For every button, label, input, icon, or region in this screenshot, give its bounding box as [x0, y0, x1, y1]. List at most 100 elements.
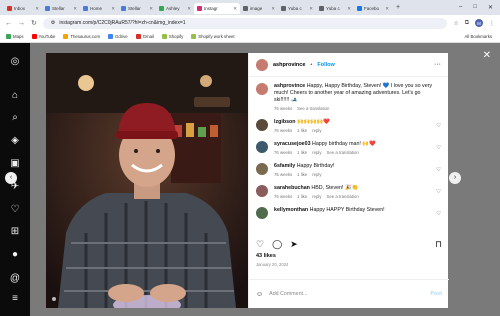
browser-tab[interactable]: Ashley ✕ [156, 3, 194, 14]
comment-like-icon[interactable]: ♡ [436, 211, 441, 217]
comment-username[interactable]: lzgibson [274, 119, 295, 125]
bookmark-item[interactable]: YouTube [31, 34, 55, 39]
bookmark-item[interactable]: Gdrive [108, 34, 128, 39]
tab-close-icon[interactable]: ✕ [385, 6, 389, 12]
comment-like-icon[interactable]: ♡ [436, 145, 441, 151]
url-field[interactable]: ⚙ instagram.com/p/C2C0jRAuR57/?hl=zh-cn&… [42, 17, 448, 29]
comment-username[interactable]: kellymonthan [274, 207, 308, 213]
browser-tab[interactable]: Facebo ✕ [354, 3, 392, 14]
post-photo-illustration [46, 53, 248, 308]
all-bookmarks[interactable]: All Bookmarks [465, 34, 500, 39]
next-post-arrow[interactable]: › [449, 172, 461, 184]
follow-button[interactable]: Follow [317, 62, 334, 68]
comment-likes[interactable]: 1 like [297, 172, 307, 177]
comment-avatar[interactable] [256, 119, 268, 131]
caption-avatar[interactable] [256, 83, 268, 95]
site-info-icon[interactable]: ⚙ [51, 20, 55, 26]
comment-likes[interactable]: 1 like [297, 150, 307, 155]
comment-reply-link[interactable]: reply [312, 172, 321, 177]
forward-icon[interactable]: → [18, 20, 25, 27]
comment-translate-link[interactable]: See a translation [327, 194, 359, 199]
tab-close-icon[interactable]: ✕ [73, 6, 77, 12]
profile-icon[interactable]: ● [8, 248, 22, 262]
comment-like-icon[interactable]: ♡ [436, 189, 441, 195]
bookmark-item[interactable]: Shopify [161, 34, 183, 39]
comment-reply-link[interactable]: reply [312, 194, 321, 199]
instagram-logo-icon[interactable]: ◎ [8, 55, 22, 69]
maximize-icon[interactable]: □ [473, 4, 477, 11]
comment-username[interactable]: sarahebuchan [274, 185, 310, 191]
browser-tab[interactable]: Stellar ✕ [118, 3, 156, 14]
save-icon[interactable]: ⊓ [435, 239, 442, 250]
home-icon[interactable]: ⌂ [8, 89, 22, 103]
minimize-icon[interactable]: – [459, 4, 462, 11]
browser-tab[interactable]: Yuba c ✕ [316, 3, 354, 14]
profile-avatar[interactable]: M [475, 19, 483, 27]
comment-avatar[interactable] [256, 185, 268, 197]
comment-reply-link[interactable]: reply [312, 150, 321, 155]
new-tab-icon[interactable]: + [396, 4, 400, 11]
back-icon[interactable]: ← [5, 20, 12, 27]
tab-close-icon[interactable]: ✕ [149, 6, 153, 12]
caption-translate-link[interactable]: See a translation [297, 106, 329, 111]
add-comment-input[interactable]: Add Comment... [269, 291, 307, 297]
tab-close-icon[interactable]: ✕ [347, 6, 351, 12]
menu-icon[interactable]: ⋮ [489, 20, 495, 27]
comments-list[interactable]: ashprovince Happy, Happy Birthday, Steve… [249, 78, 449, 236]
tab-close-icon[interactable]: ✕ [233, 6, 237, 12]
like-icon[interactable]: ♡ [256, 239, 264, 250]
more-options-icon[interactable]: ··· [434, 61, 441, 68]
comment-reply-link[interactable]: reply [312, 128, 321, 133]
comment-avatar[interactable] [256, 207, 268, 219]
prev-post-arrow[interactable]: ‹ [5, 172, 17, 184]
author-username[interactable]: ashprovince [273, 62, 305, 68]
notifications-icon[interactable]: ♡ [8, 203, 22, 217]
share-icon[interactable]: ➤ [290, 239, 298, 250]
tab-close-icon[interactable]: ✕ [271, 6, 275, 12]
comment-avatar[interactable] [256, 163, 268, 175]
comment-likes[interactable]: 1 like [297, 194, 307, 199]
emoji-icon[interactable]: ☺ [256, 291, 263, 298]
browser-tab[interactable]: Instagr ✕ [194, 3, 240, 14]
tab-close-icon[interactable]: ✕ [187, 6, 191, 12]
close-window-icon[interactable]: ✕ [488, 4, 493, 11]
bookmark-item[interactable]: Thesaurus.com [63, 34, 100, 39]
bookmark-item[interactable]: Shopify work sheet [191, 34, 235, 39]
browser-tab[interactable]: Inbox ✕ [4, 3, 42, 14]
comment-likes[interactable]: 1 like [297, 128, 307, 133]
bookmark-item[interactable]: Gmail [135, 34, 154, 39]
extensions-icon[interactable]: ⧉ [465, 20, 469, 27]
close-modal-icon[interactable]: ✕ [483, 50, 491, 61]
create-icon[interactable]: ⊞ [8, 225, 22, 239]
comment-username[interactable]: 6sfamily [274, 163, 295, 169]
reload-icon[interactable]: ↻ [31, 19, 37, 27]
tab-close-icon[interactable]: ✕ [111, 6, 115, 12]
browser-tab[interactable]: Home ✕ [80, 3, 118, 14]
tab-close-icon[interactable]: ✕ [35, 6, 39, 12]
tab-close-icon[interactable]: ✕ [309, 6, 313, 12]
comment-avatar[interactable] [256, 141, 268, 153]
browser-tab[interactable]: Stellar ✕ [42, 3, 80, 14]
reels-icon[interactable]: ▣ [8, 157, 22, 171]
comment-item: sarahebuchan HBD, Steven! 🎉👏 76 weeks 1 li… [256, 185, 443, 199]
post-comment-button[interactable]: Post [431, 291, 442, 297]
search-icon[interactable]: ⌕ [8, 111, 22, 125]
threads-icon[interactable]: @ [8, 272, 22, 286]
comment-username[interactable]: syracusejoe03 [274, 141, 311, 147]
window-controls: – □ ✕ [459, 4, 500, 11]
browser-tab[interactable]: Yuba c ✕ [278, 3, 316, 14]
comment-icon[interactable]: ◯ [272, 239, 282, 250]
author-avatar[interactable] [256, 58, 268, 71]
caption-username[interactable]: ashprovince [274, 83, 305, 89]
bookmark-star-icon[interactable]: ☆ [453, 20, 458, 27]
explore-icon[interactable]: ◈ [8, 134, 22, 148]
more-menu-icon[interactable]: ≡ [8, 292, 22, 306]
comment-like-icon[interactable]: ♡ [436, 167, 441, 173]
comment-like-icon[interactable]: ♡ [436, 123, 441, 129]
browser-tab[interactable]: image ✕ [240, 3, 278, 14]
tab-label: Facebo [364, 6, 380, 11]
likes-count[interactable]: 43 likes [256, 253, 276, 259]
bookmark-item[interactable]: Maps [6, 34, 24, 39]
comment-translate-link[interactable]: See a translation [327, 150, 359, 155]
post-photo[interactable] [46, 53, 248, 308]
